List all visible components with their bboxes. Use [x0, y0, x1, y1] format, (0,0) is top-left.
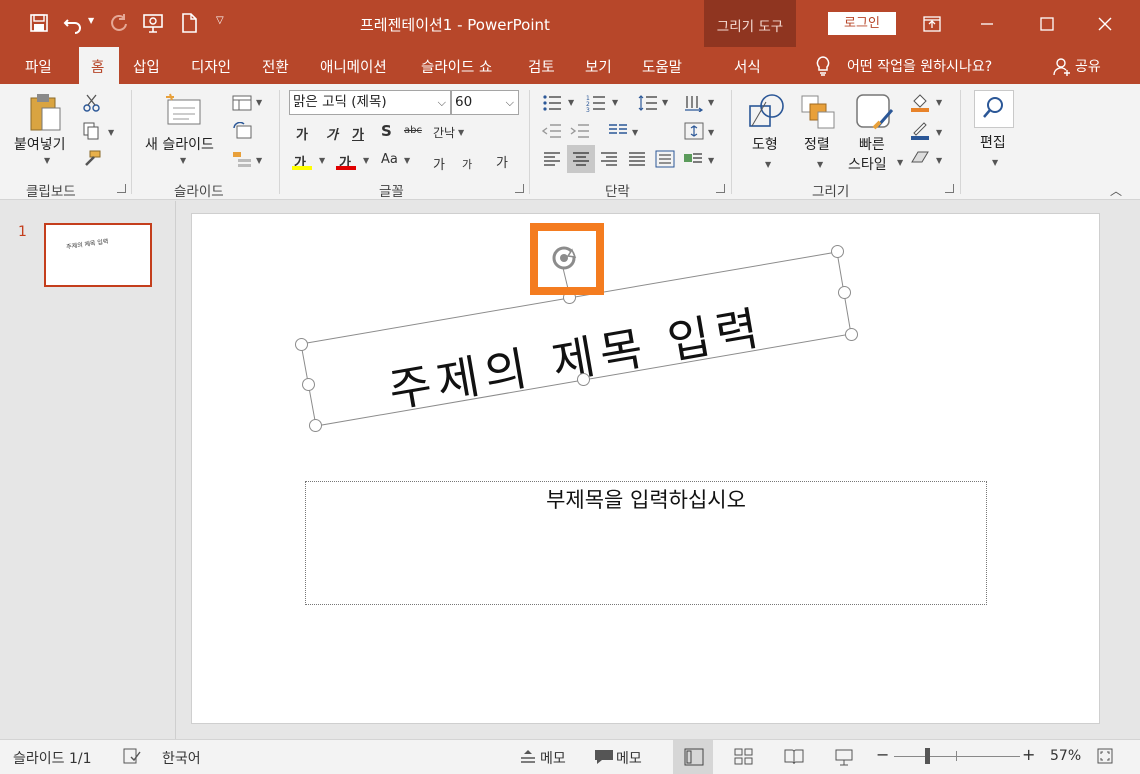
slide-sorter-icon[interactable] — [734, 748, 754, 770]
resize-handle-right[interactable] — [838, 286, 851, 299]
zoom-slider-track[interactable] — [894, 756, 1020, 757]
resize-handle-bottom[interactable] — [577, 373, 590, 386]
language-indicator[interactable]: 한국어 — [162, 748, 201, 768]
normal-view-icon[interactable] — [684, 748, 704, 770]
subtitle-box[interactable]: 부제목을 입력하십시오 — [305, 481, 987, 605]
comments-button[interactable]: 메모 — [616, 748, 642, 768]
resize-handle-top-right[interactable] — [831, 245, 844, 258]
comments-icon[interactable] — [594, 749, 614, 769]
notes-icon[interactable] — [519, 749, 537, 769]
fit-to-window-icon[interactable] — [1097, 748, 1113, 768]
zoom-out-icon[interactable]: − — [876, 745, 889, 764]
resize-handle-bottom-left[interactable] — [309, 419, 322, 432]
rotate-handle-icon[interactable] — [548, 242, 580, 278]
status-bar: 슬라이드 1/1 한국어 메모 메모 − + 57% — [0, 739, 1140, 774]
zoom-slider-thumb[interactable] — [925, 748, 930, 764]
subtitle-placeholder[interactable]: 부제목을 입력하십시오 — [306, 484, 986, 514]
zoom-in-icon[interactable]: + — [1022, 745, 1035, 764]
slide-count: 슬라이드 1/1 — [13, 751, 92, 767]
resize-handle-bottom-right[interactable] — [845, 328, 858, 341]
slideshow-view-icon[interactable] — [834, 748, 854, 770]
notes-button[interactable]: 메모 — [540, 748, 566, 768]
zoom-level[interactable]: 57% — [1050, 748, 1081, 764]
reading-view-icon[interactable] — [784, 748, 804, 770]
spelling-check-icon[interactable] — [123, 748, 141, 768]
resize-handle-left[interactable] — [302, 378, 315, 391]
resize-handle-top-left[interactable] — [295, 338, 308, 351]
zoom-slider-midmark — [956, 751, 957, 761]
